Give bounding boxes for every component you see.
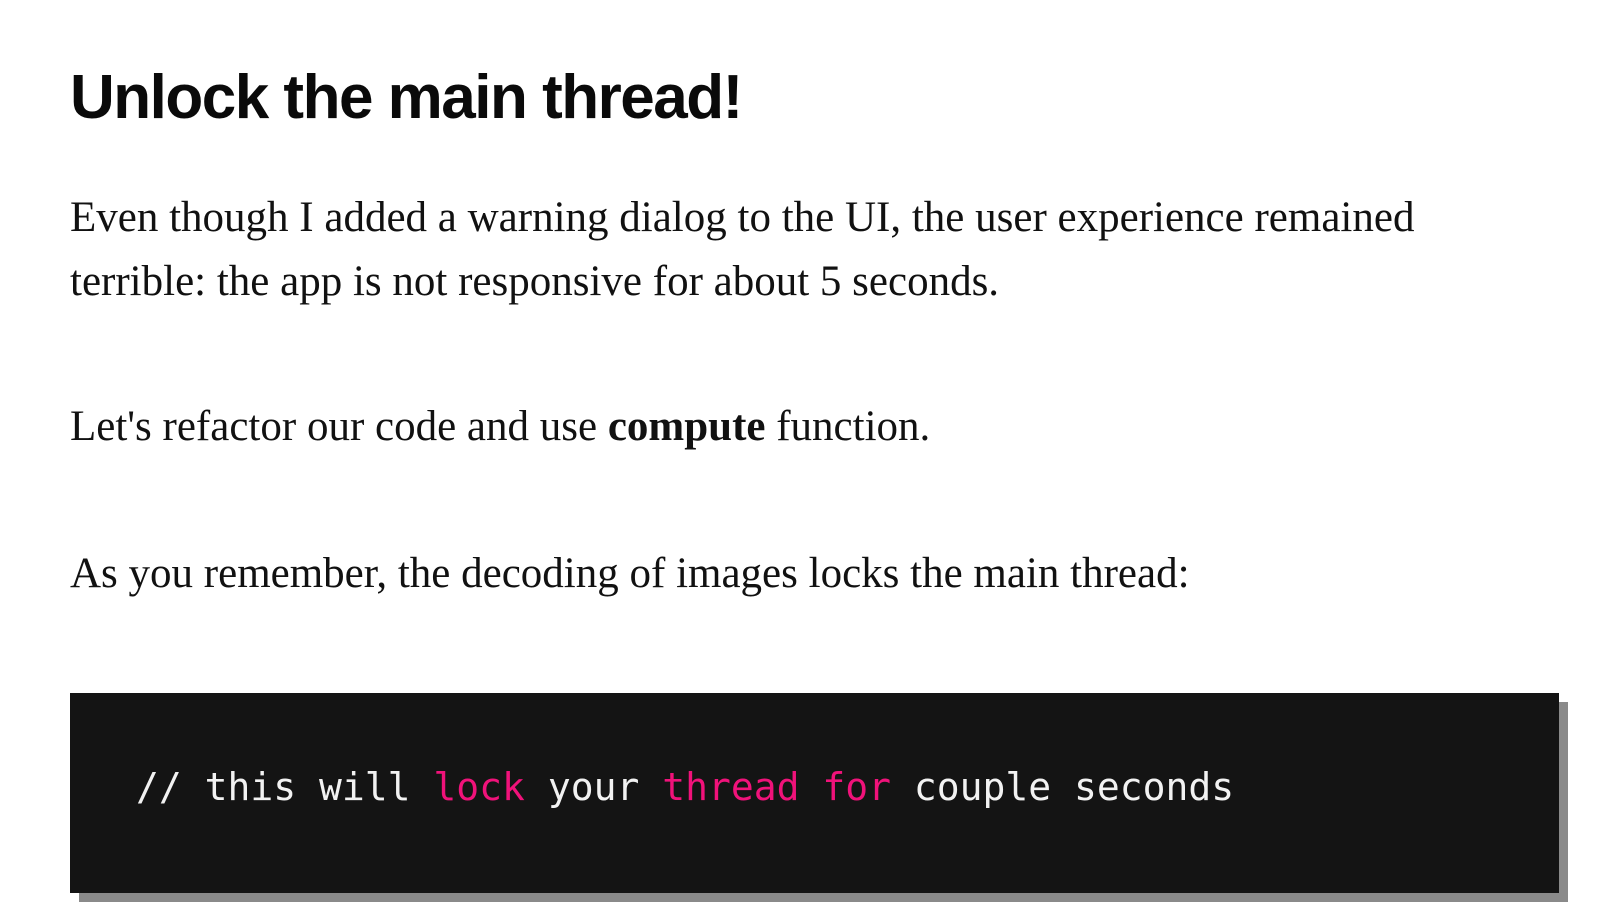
code-token: couple seconds bbox=[891, 765, 1235, 809]
paragraph-refactor-text-end: function. bbox=[765, 403, 931, 450]
article-title: Unlock the main thread! bbox=[70, 63, 743, 132]
code-block[interactable]: // this will lock your thread for couple… bbox=[70, 693, 1559, 893]
paragraph-refactor: Let's refactor our code and use compute … bbox=[70, 395, 1470, 459]
paragraph-refactor-text-start: Let's refactor our code and use bbox=[70, 403, 608, 450]
code-token: your bbox=[524, 765, 663, 809]
code-token-keyword: thread for bbox=[662, 765, 891, 809]
code-line-comment: // this will lock your thread for couple… bbox=[136, 763, 1234, 811]
compute-keyword: compute bbox=[607, 403, 766, 450]
code-token: // this will bbox=[136, 765, 434, 809]
paragraph-warning-dialog: Even though I added a warning dialog to … bbox=[70, 194, 1415, 305]
code-token-keyword: lock bbox=[433, 765, 525, 809]
paragraph-decoding: As you remember, the decoding of images … bbox=[70, 550, 1190, 597]
